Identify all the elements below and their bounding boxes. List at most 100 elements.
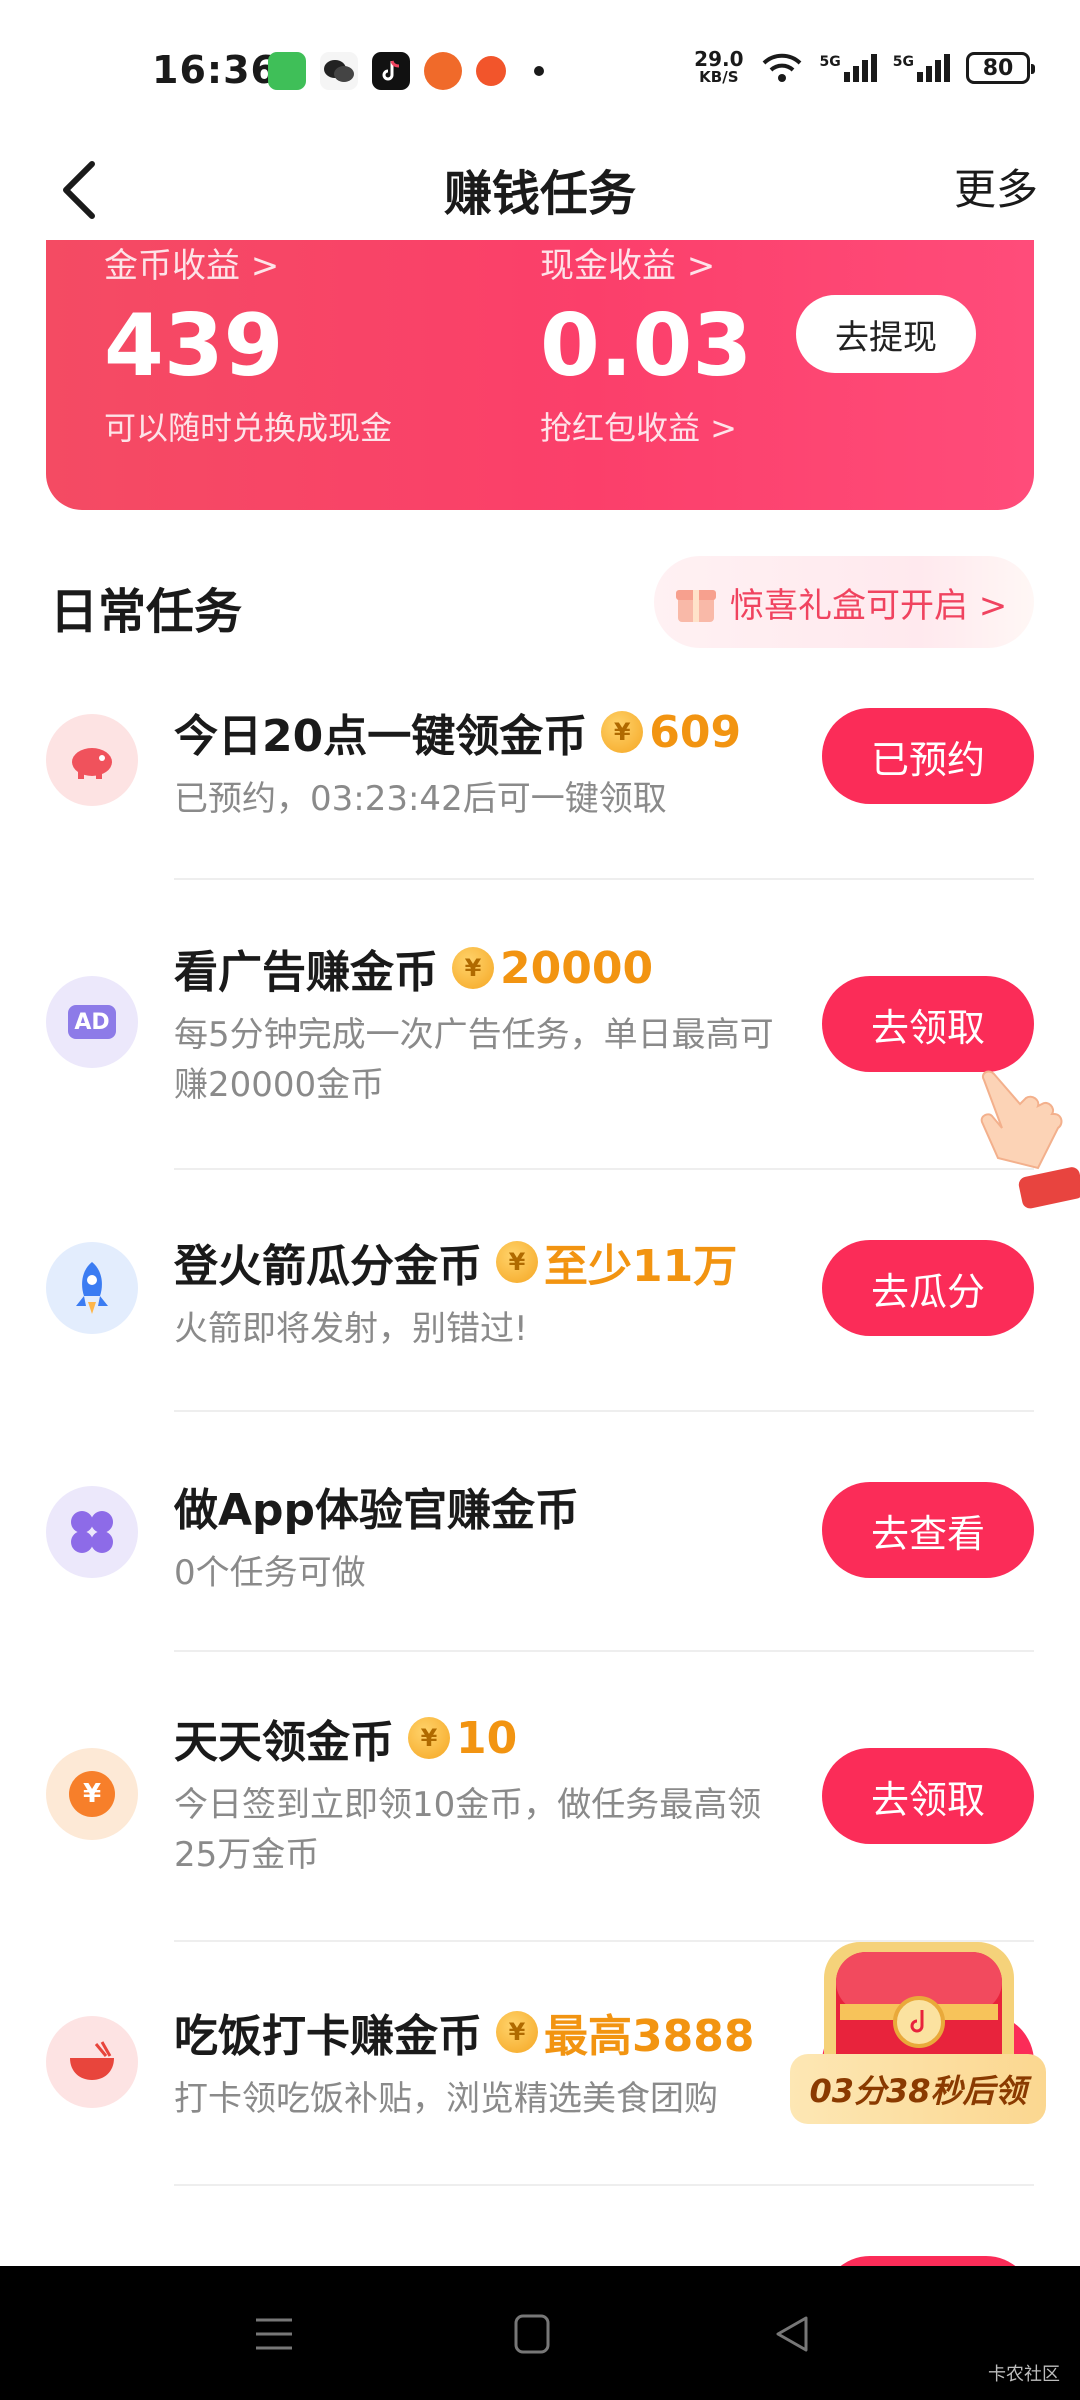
task-title-text: 天天领金币 <box>174 1717 394 1768</box>
more-notifications-dot <box>534 66 544 76</box>
task-title: 做App体验官赚金币 <box>174 1474 794 1538</box>
task-item: AD 看广告赚金币 ¥ 20000 每5分钟完成一次广告任务，单日最高可赚200… <box>0 930 1080 1170</box>
pointing-hand-icon <box>980 1070 1080 1209</box>
yuan-coin-icon: ¥ <box>46 1748 138 1840</box>
rocket-icon <box>46 1242 138 1334</box>
task-action-button[interactable]: 已预约 <box>822 708 1034 804</box>
back-triangle-icon[interactable] <box>770 2312 814 2356</box>
coin-icon: ¥ <box>496 2011 538 2053</box>
task-body: 登火箭瓜分金币 ¥ 至少11万 火箭即将发射，别错过! <box>174 1230 794 1354</box>
divider <box>174 2184 1034 2186</box>
withdraw-button[interactable]: 去提现 <box>796 295 976 373</box>
tiktok-icon <box>372 52 410 90</box>
task-description: 火箭即将发射，别错过! <box>174 1309 528 1349</box>
task-item-partial <box>0 2226 1080 2266</box>
task-description: 每5分钟完成一次广告任务，单日最高可赚20000金币 <box>174 1015 774 1105</box>
task-item: 今日20点一键领金币 ¥ 609 已预约，03:23:42后可一键领取 已预约 <box>0 690 1080 880</box>
task-reward: 20000 <box>500 942 654 994</box>
coin-earnings-sub: 可以随时兑换成现金 <box>104 409 393 447</box>
lantern-app-icon <box>424 52 462 90</box>
notification-icons <box>268 52 544 90</box>
task-action-button[interactable] <box>822 2256 1034 2266</box>
wifi-icon <box>762 53 801 82</box>
divider <box>174 1650 1034 1652</box>
coin-icon: ¥ <box>496 1241 538 1283</box>
battery-level: 80 <box>982 55 1014 81</box>
chevron-left-icon <box>63 161 95 219</box>
messages-app-icon <box>268 52 306 90</box>
task-item: ¥ 天天领金币 ¥ 10 今日签到立即领10金币，做任务最高领25万金币 去领取 <box>0 1700 1080 1940</box>
surprise-gift-box-label: 惊喜礼盒可开启 > <box>730 585 1008 626</box>
red-packet-earnings-link[interactable]: 抢红包收益 > <box>540 403 752 449</box>
net-speed-unit: KB/S <box>699 68 739 86</box>
task-action-button[interactable]: 去查看 <box>822 1482 1034 1578</box>
back-button[interactable] <box>50 150 130 230</box>
task-body: 看广告赚金币 ¥ 20000 每5分钟完成一次广告任务，单日最高可赚20000金… <box>174 936 794 1110</box>
task-title-text: 登火箭瓜分金币 <box>174 1241 482 1292</box>
nav-bar: 赚钱任务 更多 <box>0 140 1080 240</box>
divider <box>174 1410 1034 1412</box>
task-reward: 609 <box>649 706 742 758</box>
signal-1-icon: 5G <box>820 54 877 82</box>
divider <box>174 1168 1034 1170</box>
wechat-icon <box>320 52 358 90</box>
task-title-text: 吃饭打卡赚金币 <box>174 2011 482 2062</box>
task-description: 0个任务可做 <box>174 1553 366 1593</box>
task-reward: 最高3888 <box>544 2011 755 2062</box>
task-title-text: 做App体验官赚金币 <box>174 1485 580 1536</box>
task-title-text: 看广告赚金币 <box>174 947 438 998</box>
rice-bowl-icon <box>46 2016 138 2108</box>
ad-icon: AD <box>46 976 138 1068</box>
signal-2-label: 5G <box>892 54 914 70</box>
battery-indicator: 80 <box>966 52 1035 84</box>
status-time: 16:36 <box>152 48 278 92</box>
coin-earnings-label[interactable]: 金币收益 > <box>104 238 392 287</box>
task-action-button[interactable]: 去领取 <box>822 1748 1034 1844</box>
net-speed: 29.0 KB/S <box>694 47 744 86</box>
coin-earnings[interactable]: 金币收益 > 439 可以随时兑换成现金 <box>104 240 392 449</box>
cash-earnings-label[interactable]: 现金收益 > <box>540 238 752 287</box>
task-title: 登火箭瓜分金币 ¥ 至少11万 <box>174 1230 794 1294</box>
more-button[interactable]: 更多 <box>954 156 1038 217</box>
page-title: 赚钱任务 <box>443 166 636 222</box>
status-right: 29.0 KB/S 5G 5G 80 <box>694 47 1035 86</box>
signal-2-icon: 5G <box>893 54 950 82</box>
piggy-bank-icon <box>46 714 138 806</box>
system-nav-bar: 卡农社区 <box>0 2266 1080 2400</box>
task-item: 登火箭瓜分金币 ¥ 至少11万 火箭即将发射，别错过! 去瓜分 <box>0 1220 1080 1410</box>
task-description: 打卡领吃饭补贴，浏览精选美食团购 <box>174 2079 718 2119</box>
task-reward: 至少11万 <box>544 1241 738 1292</box>
daily-tasks-title: 日常任务 <box>50 584 243 640</box>
watermark: 卡农社区 <box>988 2364 1060 2385</box>
task-item: 做App体验官赚金币 0个任务可做 去查看 <box>0 1460 1080 1650</box>
signal-1-label: 5G <box>819 54 841 70</box>
cash-earnings-value: 0.03 <box>540 296 753 396</box>
surprise-gift-box-button[interactable]: 惊喜礼盒可开启 > <box>654 556 1034 648</box>
coin-icon: ¥ <box>408 1717 450 1759</box>
cash-earnings[interactable]: 现金收益 > 0.03 抢红包收益 > <box>540 240 752 449</box>
task-body: 天天领金币 ¥ 10 今日签到立即领10金币，做任务最高领25万金币 <box>174 1706 794 1880</box>
apps-grid-icon <box>46 1486 138 1578</box>
coin-earnings-value: 439 <box>104 296 284 396</box>
task-description: 今日签到立即领10金币，做任务最高领25万金币 <box>174 1785 762 1875</box>
task-title: 看广告赚金币 ¥ 20000 <box>174 936 794 1000</box>
task-body: 吃饭打卡赚金币 ¥ 最高3888 打卡领吃饭补贴，浏览精选美食团购 <box>174 2000 794 2124</box>
menu-icon[interactable] <box>252 2312 296 2356</box>
earnings-card: 金币收益 > 439 可以随时兑换成现金 现金收益 > 0.03 抢红包收益 >… <box>46 240 1034 510</box>
task-description: 已预约，03:23:42后可一键领取 <box>174 779 667 819</box>
home-icon[interactable] <box>512 2312 552 2356</box>
coin-icon: ¥ <box>452 947 494 989</box>
divider <box>174 878 1034 880</box>
task-title-text: 今日20点一键领金币 <box>174 711 588 762</box>
net-speed-value: 29.0 <box>694 47 744 71</box>
task-body: 做App体验官赚金币 0个任务可做 <box>174 1474 794 1598</box>
coin-icon: ¥ <box>601 711 644 753</box>
chest-timer[interactable]: 03分38秒后领 <box>790 2054 1046 2124</box>
task-reward: 10 <box>456 1712 518 1764</box>
task-action-button[interactable]: 去瓜分 <box>822 1240 1034 1336</box>
task-title: 今日20点一键领金币 ¥ 609 <box>174 700 794 764</box>
gift-box-icon <box>676 590 716 622</box>
task-action-button[interactable]: 去领取 <box>822 976 1034 1072</box>
task-title: 天天领金币 ¥ 10 <box>174 1706 794 1770</box>
task-title: 吃饭打卡赚金币 ¥ 最高3888 <box>174 2000 794 2064</box>
